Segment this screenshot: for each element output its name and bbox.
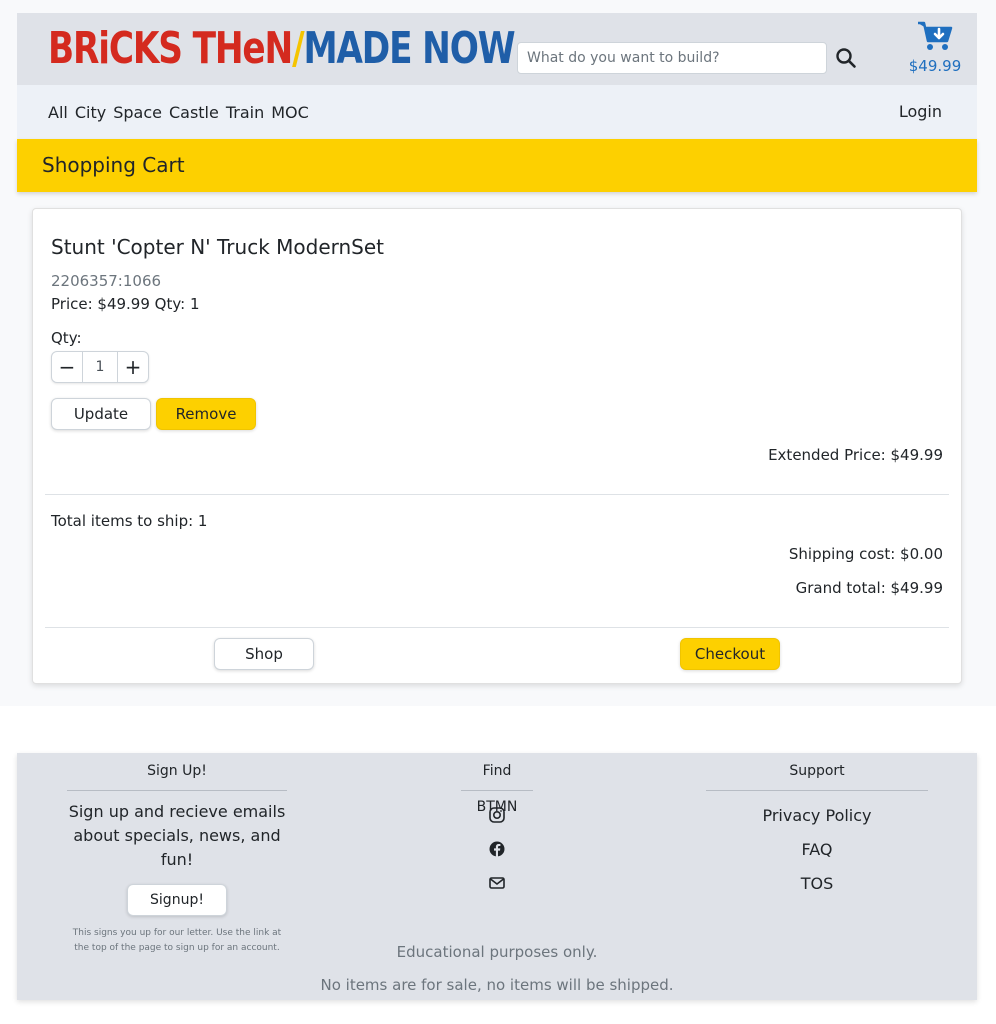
- nav-link-city[interactable]: City: [75, 103, 106, 122]
- support-title: Support: [706, 753, 928, 791]
- footer-disclaimer: Educational purposes only.: [396, 943, 598, 961]
- divider: [45, 494, 949, 495]
- site-footer: Sign Up! Sign up and recieve emails abou…: [17, 753, 977, 1000]
- cart-link[interactable]: $49.99: [907, 20, 963, 80]
- category-nav: All City Space Castle Train MOC Login: [17, 85, 977, 139]
- quantity-stepper: − 1 +: [51, 351, 149, 383]
- update-button[interactable]: Update: [51, 398, 151, 430]
- item-price-qty: Price: $49.99 Qty: 1: [51, 295, 200, 313]
- nav-link-train[interactable]: Train: [226, 103, 264, 122]
- facebook-icon[interactable]: [489, 841, 505, 857]
- grand-total: Grand total: $49.99: [795, 579, 943, 597]
- footer-signup-column: Sign Up! Sign up and recieve emails abou…: [67, 753, 287, 956]
- nav-link-all[interactable]: All: [48, 103, 68, 122]
- item-sku: 2206357:1066: [51, 272, 162, 290]
- item-name: Stunt 'Copter N' Truck ModernSet: [51, 235, 385, 259]
- brand-logo[interactable]: BRiCKS THeN / MADE NOW: [48, 23, 516, 75]
- extended-price: Extended Price: $49.99: [768, 446, 943, 464]
- shopping-cart-icon: [918, 21, 953, 50]
- footer-support-column: Support Privacy Policy FAQ TOS: [706, 753, 928, 908]
- remove-button[interactable]: Remove: [156, 398, 256, 430]
- qty-decrement-button[interactable]: −: [52, 352, 82, 382]
- total-items: Total items to ship: 1: [51, 512, 208, 530]
- cart-card: Stunt 'Copter N' Truck ModernSet 2206357…: [32, 208, 962, 684]
- nav-link-castle[interactable]: Castle: [169, 103, 219, 122]
- nav-link-moc[interactable]: MOC: [271, 103, 309, 122]
- cart-total: $49.99: [908, 57, 962, 75]
- instagram-icon[interactable]: [489, 807, 505, 823]
- signup-button[interactable]: Signup!: [127, 884, 227, 916]
- shipping-cost: Shipping cost: $0.00: [788, 545, 943, 563]
- login-link[interactable]: Login: [899, 85, 942, 139]
- site-header: BRiCKS THeN/MADE NOW $49.99: [17, 13, 977, 85]
- privacy-policy-link[interactable]: Privacy Policy: [706, 806, 928, 840]
- find-title: Find BTMN: [461, 753, 533, 815]
- search-input[interactable]: [517, 42, 827, 74]
- shop-button[interactable]: Shop: [214, 638, 314, 670]
- page-title: Shopping Cart: [42, 153, 185, 177]
- signup-text: Sign up and recieve emails about special…: [68, 802, 286, 869]
- qty-label: Qty:: [51, 329, 82, 347]
- envelope-icon[interactable]: [489, 875, 505, 891]
- brand-part2: MADE NOW: [303, 23, 515, 74]
- search-button[interactable]: [832, 44, 860, 72]
- brand-slash: /: [292, 23, 305, 74]
- qty-increment-button[interactable]: +: [118, 352, 148, 382]
- faq-link[interactable]: FAQ: [706, 840, 928, 874]
- divider: [45, 627, 949, 628]
- signup-title: Sign Up!: [67, 753, 287, 791]
- footer-find-column: Find BTMN: [461, 753, 533, 909]
- qty-value[interactable]: 1: [82, 352, 118, 382]
- magnifier-icon: [836, 48, 856, 68]
- nav-link-space[interactable]: Space: [113, 103, 162, 122]
- footer-disclaimer-shipping: No items are for sale, no items will be …: [320, 976, 674, 994]
- tos-link[interactable]: TOS: [706, 874, 928, 908]
- page-title-bar: Shopping Cart: [17, 139, 977, 192]
- checkout-button[interactable]: Checkout: [680, 638, 780, 670]
- brand-part1: BRiCKS THeN: [48, 23, 293, 74]
